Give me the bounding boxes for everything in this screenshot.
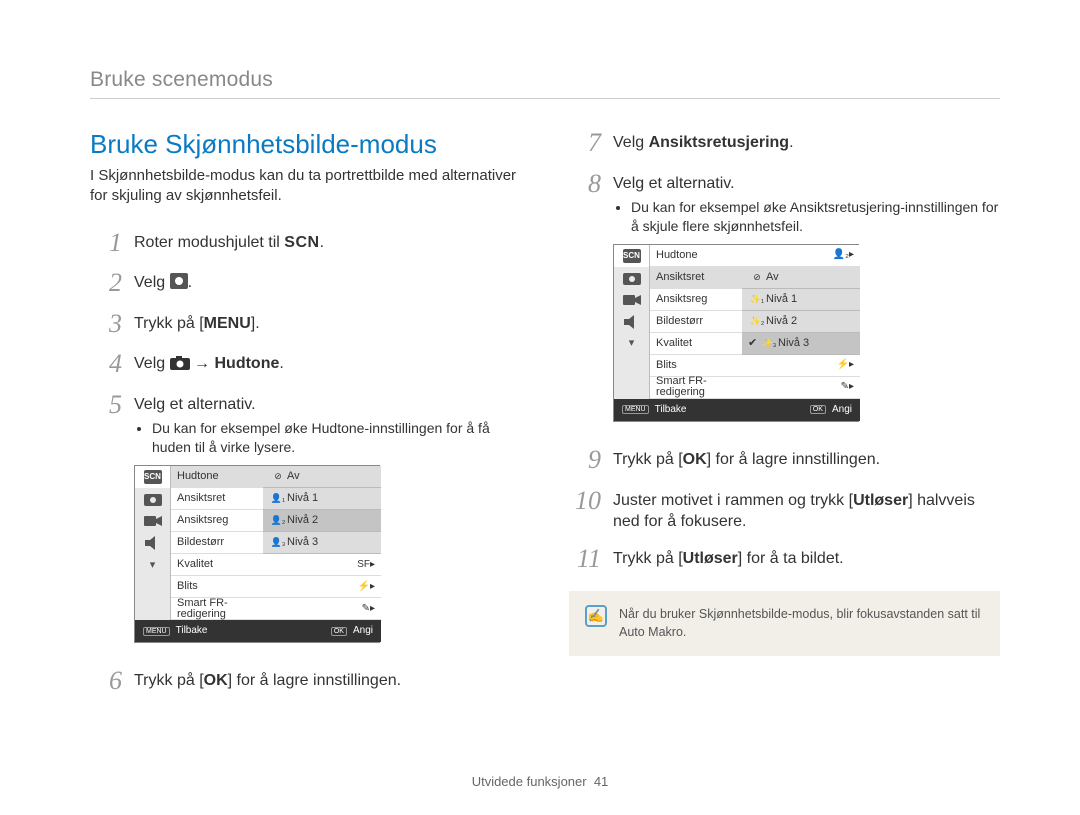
menu-row: Bildestørr <box>650 311 742 333</box>
menu-row: Kvalitet <box>171 554 263 576</box>
side-tab-down: ▾ <box>135 554 171 576</box>
menu-row: Smart FR-redigering <box>650 377 742 399</box>
camera-icon <box>170 356 190 370</box>
menu-value-icon: SF▸ <box>263 554 381 576</box>
menu-footer: MENU Tilbake OK Angi <box>135 620 381 642</box>
menu-row: Blits <box>171 576 263 598</box>
side-tab-scn: SCN <box>135 466 171 488</box>
left-column: Bruke Skjønnhetsbilde-modus I Skjønnhets… <box>90 129 521 708</box>
menu-value-icon: ✎▸ <box>742 377 860 399</box>
menu-row-ansiktsret: Ansiktsret <box>650 267 742 289</box>
step-text: Trykk på [ <box>134 315 204 332</box>
menu-value-icon: ⚡▸ <box>263 576 381 598</box>
step-text: Velg <box>134 274 170 291</box>
menu-key-icon: MENU <box>622 405 649 414</box>
menu-row-hudtone: Hudtone <box>171 466 263 488</box>
info-icon: ✍ <box>585 605 607 627</box>
page-footer: Utvidede funksjoner 41 <box>0 774 1080 789</box>
ok-key-icon: OK <box>810 405 826 414</box>
side-tab-video <box>135 510 171 532</box>
side-tab-scn: SCN <box>614 245 650 267</box>
step-sub-bullet: Du kan for eksempel øke Hudtone-innstill… <box>152 419 521 457</box>
side-tab-sound <box>135 532 171 554</box>
side-tab-camera <box>135 488 171 510</box>
step-text: Velg et alternativ. <box>613 175 735 192</box>
side-tab-camera <box>614 267 650 289</box>
popup-option-niva2: ✨₂Nivå 2 <box>742 311 860 333</box>
right-column: 7 Velg Ansiktsretusjering. 8 Velg et alt… <box>569 129 1000 708</box>
menu-screenshot-ansiktsret: SCN Hudtone 👤₂▸ Ansiktsret ⊘Av Ansiktsre… <box>613 244 859 422</box>
shutter-label: Utløser <box>683 550 738 567</box>
menu-value-icon: 👤₂▸ <box>742 245 860 267</box>
step-number: 10 <box>569 487 601 516</box>
side-tab-sound <box>614 311 650 333</box>
menu-value-icon: ✎▸ <box>263 598 381 620</box>
step-number: 6 <box>90 667 122 696</box>
popup-option-av: ⊘Av <box>742 267 860 289</box>
steps-right: 7 Velg Ansiktsretusjering. 8 Velg et alt… <box>569 129 1000 573</box>
popup-option-av: ⊘Av <box>263 466 381 488</box>
menu-row: Ansiktsreg <box>171 510 263 532</box>
menu-key-icon: MENU <box>143 627 170 636</box>
step-text: Trykk på [ <box>134 672 204 689</box>
step-number: 5 <box>90 391 122 420</box>
menu-row: Bildestørr <box>171 532 263 554</box>
info-note: ✍ Når du bruker Skjønnhetsbilde-modus, b… <box>569 591 1000 655</box>
ok-key-icon: OK <box>331 627 347 636</box>
step-text: Trykk på [ <box>613 550 683 567</box>
popup-option-niva3: 👤₃Nivå 3 <box>263 532 381 554</box>
menu-row: Blits <box>650 355 742 377</box>
hudtone-label: Hudtone <box>214 355 279 372</box>
step-text: Velg et alternativ. <box>134 396 256 413</box>
menu-row: Ansiktsreg <box>650 289 742 311</box>
step-number: 11 <box>569 545 601 574</box>
popup-option-niva2-selected: 👤₂Nivå 2 <box>263 510 381 532</box>
breadcrumb: Bruke scenemodus <box>90 68 1000 99</box>
intro-text: I Skjønnhetsbilde-modus kan du ta portre… <box>90 166 521 207</box>
ok-button-label: OK <box>204 672 228 689</box>
ok-button-label: OK <box>683 451 707 468</box>
steps-left: 1 Roter modushjulet til SCN. 2 Velg . 3 <box>90 229 521 696</box>
side-tab-down: ▾ <box>614 333 650 355</box>
side-tab-video <box>614 289 650 311</box>
menu-value-icon: ⚡▸ <box>742 355 860 377</box>
popup-option-niva1: 👤₁Nivå 1 <box>263 488 381 510</box>
menu-row: Ansiktsret <box>171 488 263 510</box>
menu-button-label: MENU <box>204 315 251 332</box>
step-number: 3 <box>90 310 122 339</box>
step-text: Roter modushjulet til <box>134 234 284 251</box>
step-text: Trykk på [ <box>613 451 683 468</box>
popup-option-niva3-selected: ✔✨₃Nivå 3 <box>742 333 860 355</box>
step-number: 7 <box>569 129 601 158</box>
step-text: Velg <box>134 355 170 372</box>
step-sub-bullet: Du kan for eksempel øke Ansiktsretusjeri… <box>631 198 1000 236</box>
popup-option-niva1: ✨₁Nivå 1 <box>742 289 860 311</box>
ansiktsretusjering-label: Ansiktsretusjering <box>649 134 789 151</box>
menu-screenshot-hudtone: SCN Hudtone ⊘Av Ansiktsret 👤₁Nivå 1 Ansi… <box>134 465 380 643</box>
step-number: 4 <box>90 350 122 379</box>
menu-row: Hudtone <box>650 245 742 267</box>
menu-row: Kvalitet <box>650 333 742 355</box>
menu-footer: MENU Tilbake OK Angi <box>614 399 860 421</box>
step-number: 1 <box>90 229 122 258</box>
shutter-label: Utløser <box>853 492 908 509</box>
beauty-mode-icon <box>170 273 188 289</box>
step-text: Velg <box>613 134 649 151</box>
note-text: Når du bruker Skjønnhetsbilde-modus, bli… <box>619 605 984 641</box>
menu-row: Smart FR-redigering <box>171 598 263 620</box>
scn-mode-label: SCN <box>284 234 319 251</box>
section-title: Bruke Skjønnhetsbilde-modus <box>90 129 521 160</box>
step-number: 2 <box>90 269 122 298</box>
step-text: Juster motivet i rammen og trykk [ <box>613 492 853 509</box>
step-number: 9 <box>569 446 601 475</box>
step-number: 8 <box>569 170 601 199</box>
